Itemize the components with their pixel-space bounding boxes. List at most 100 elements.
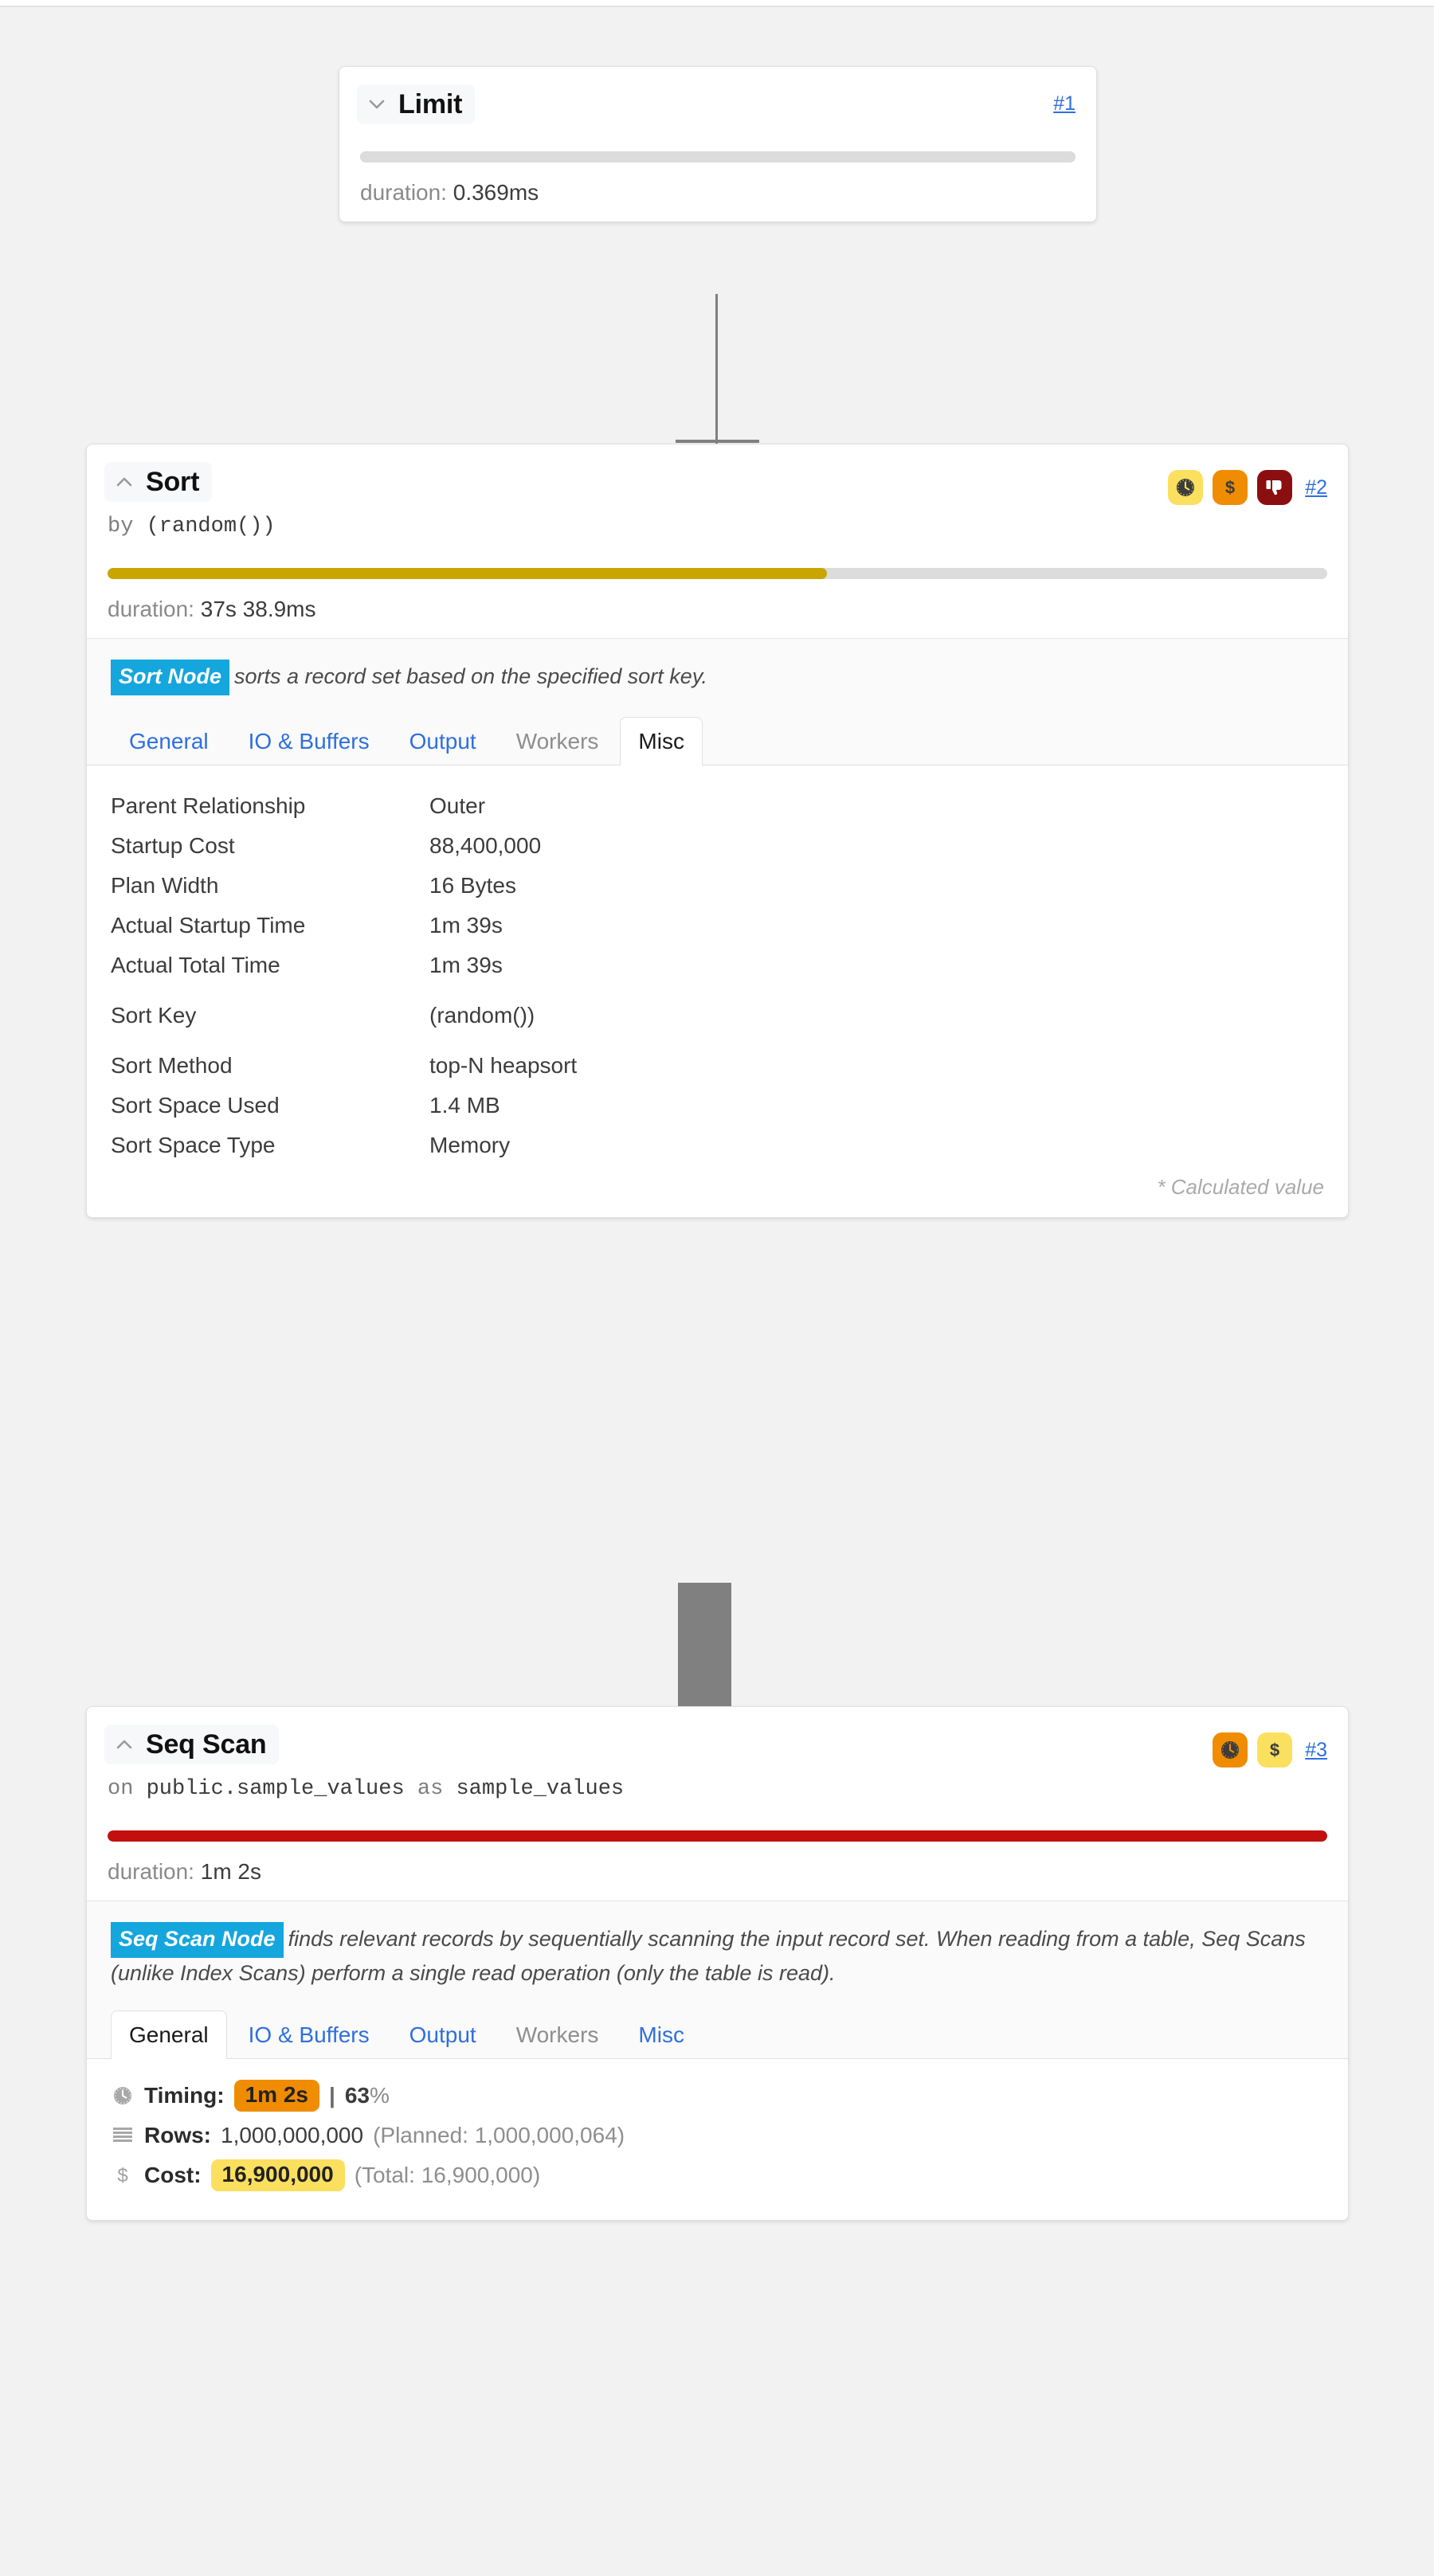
cost-pill: 16,900,000 xyxy=(211,2159,345,2191)
cost-label: Cost: xyxy=(144,2163,202,2188)
limit-duration-row: duration: 0.369ms xyxy=(360,180,1076,206)
limit-node-header: Limit #1 xyxy=(360,84,1076,124)
seqscan-duration-bar xyxy=(108,1830,1327,1842)
tab-workers[interactable]: Workers xyxy=(498,717,617,765)
limit-duration-label: duration: xyxy=(360,180,447,205)
seqscan-node-description-text: finds relevant records by sequentially s… xyxy=(111,1927,1306,1985)
misc-key: Actual Total Time xyxy=(111,945,429,985)
tab-io-and-buffers[interactable]: IO & Buffers xyxy=(230,717,388,765)
seqscan-node-body: Seq Scan $ #3 xyxy=(87,1707,1348,1901)
general-cost-row: $ Cost: 16,900,000 (Total: 16,900,000) xyxy=(111,2159,1324,2191)
clock-icon xyxy=(1219,1739,1241,1761)
tab-general[interactable]: General xyxy=(111,2010,227,2059)
seqscan-general-panel: Timing: 1m 2s | 63% Rows: xyxy=(87,2059,1348,2220)
svg-text:$: $ xyxy=(1225,478,1235,498)
clock-icon xyxy=(1174,476,1197,499)
plan-node-sort[interactable]: Sort $ xyxy=(86,444,1349,1218)
clock-badge[interactable] xyxy=(1213,1732,1248,1768)
misc-value: Memory xyxy=(429,1126,1324,1165)
sort-collapse-toggle[interactable]: Sort xyxy=(104,462,212,502)
clock-icon xyxy=(111,2085,135,2107)
table-row: Actual Total Time 1m 39s xyxy=(111,945,1324,985)
limit-node-index-link[interactable]: #1 xyxy=(1053,92,1076,115)
limit-collapse-toggle[interactable]: Limit xyxy=(357,84,475,124)
limit-duration-value: 0.369ms xyxy=(453,180,539,205)
svg-text:$: $ xyxy=(1270,1740,1279,1760)
plan-node-limit[interactable]: Limit #1 duration: 0.369ms xyxy=(339,66,1097,222)
sort-details-panel: Sort Nodesorts a record set based on the… xyxy=(87,638,1348,1217)
chevron-down-icon[interactable] xyxy=(366,94,387,115)
sort-duration-bar-fill xyxy=(108,568,827,579)
sort-node-header: Sort $ xyxy=(108,462,1327,505)
limit-header-right: #1 xyxy=(1050,84,1076,115)
tab-general[interactable]: General xyxy=(111,717,227,765)
plan-node-seq-scan[interactable]: Seq Scan $ #3 xyxy=(86,1706,1349,2221)
thumbs-down-badge[interactable] xyxy=(1257,470,1292,505)
sort-misc-table: Parent Relationship Outer Startup Cost 8… xyxy=(111,786,1324,1165)
seqscan-node-title: Seq Scan xyxy=(146,1731,266,1758)
tab-output[interactable]: Output xyxy=(391,717,495,765)
table-row: Plan Width 16 Bytes xyxy=(111,866,1324,906)
seqscan-subtitle-relation: public.sample_values xyxy=(147,1777,405,1801)
sort-node-description: Sort Nodesorts a record set based on the… xyxy=(87,639,1348,702)
misc-key: Parent Relationship xyxy=(111,786,429,826)
limit-duration-bar xyxy=(360,151,1076,162)
table-row: Sort Space Type Memory xyxy=(111,1126,1324,1165)
dollar-icon: $ xyxy=(1264,1739,1286,1761)
timing-pill: 1m 2s xyxy=(234,2080,319,2112)
misc-key: Startup Cost xyxy=(111,826,429,866)
sort-duration-bar xyxy=(108,568,1327,579)
misc-value: 88,400,000 xyxy=(429,826,1324,866)
tab-misc[interactable]: Misc xyxy=(620,717,703,765)
misc-value: (random()) xyxy=(429,985,1324,1035)
sort-subtitle-prefix: by xyxy=(108,515,133,538)
sort-node-body: Sort $ xyxy=(87,444,1348,638)
seqscan-node-subtitle: on public.sample_values as sample_values xyxy=(108,1775,1327,1803)
chevron-up-icon[interactable] xyxy=(114,1734,135,1755)
seqscan-subtitle-prefix: on xyxy=(108,1777,133,1801)
rows-icon xyxy=(111,2126,135,2145)
sort-subtitle-value: (random()) xyxy=(147,515,276,538)
misc-value: 1m 39s xyxy=(429,945,1324,985)
seqscan-duration-row: duration: 1m 2s xyxy=(108,1859,1327,1885)
sort-duration-value: 37s 38.9ms xyxy=(201,597,316,621)
seqscan-node-header: Seq Scan $ #3 xyxy=(108,1725,1327,1768)
table-row: Startup Cost 88,400,000 xyxy=(111,826,1324,866)
sort-header-right: $ #2 xyxy=(1168,462,1327,505)
svg-text:$: $ xyxy=(117,2165,127,2186)
tab-workers[interactable]: Workers xyxy=(498,2010,617,2059)
rows-label: Rows: xyxy=(144,2123,211,2148)
misc-value: 16 Bytes xyxy=(429,866,1324,906)
timing-percent-wrap: 63% xyxy=(345,2083,390,2108)
cost-badge[interactable]: $ xyxy=(1213,470,1248,505)
seqscan-subtitle-as: as xyxy=(417,1777,443,1801)
thumbs-down-icon xyxy=(1264,476,1286,499)
table-row: Sort Space Used 1.4 MB xyxy=(111,1086,1324,1126)
plan-canvas: Limit #1 duration: 0.369ms xyxy=(0,7,1434,2576)
clock-badge[interactable] xyxy=(1168,470,1203,505)
timing-label: Timing: xyxy=(144,2083,225,2108)
timing-percent: 63 xyxy=(345,2083,370,2108)
calculated-value-note: * Calculated value xyxy=(111,1165,1324,1200)
timing-separator: | xyxy=(329,2083,335,2108)
seqscan-duration-value: 1m 2s xyxy=(201,1859,261,1884)
cost-badge[interactable]: $ xyxy=(1257,1732,1292,1768)
chevron-up-icon[interactable] xyxy=(114,472,135,492)
seqscan-collapse-toggle[interactable]: Seq Scan xyxy=(104,1725,279,1764)
sort-tab-bar: General IO & Buffers Output Workers Misc xyxy=(87,702,1348,765)
seqscan-node-index-link[interactable]: #3 xyxy=(1305,1739,1327,1762)
seqscan-details-panel: Seq Scan Nodefinds relevant records by s… xyxy=(87,1901,1348,2220)
general-rows-row: Rows: 1,000,000,000 (Planned: 1,000,000,… xyxy=(111,2123,1324,2148)
table-row: Sort Key (random()) xyxy=(111,985,1324,1035)
sort-node-index-link[interactable]: #2 xyxy=(1305,476,1327,499)
tab-misc[interactable]: Misc xyxy=(620,2010,703,2059)
dollar-icon: $ xyxy=(1219,476,1241,499)
table-row: Sort Method top-N heapsort xyxy=(111,1035,1324,1086)
seqscan-node-tag: Seq Scan Node xyxy=(111,1922,284,1958)
misc-value: Outer xyxy=(429,786,1324,826)
tab-io-and-buffers[interactable]: IO & Buffers xyxy=(230,2010,388,2059)
misc-key: Actual Startup Time xyxy=(111,906,429,945)
table-row: Actual Startup Time 1m 39s xyxy=(111,906,1324,945)
misc-key: Sort Key xyxy=(111,985,429,1035)
tab-output[interactable]: Output xyxy=(391,2010,495,2059)
